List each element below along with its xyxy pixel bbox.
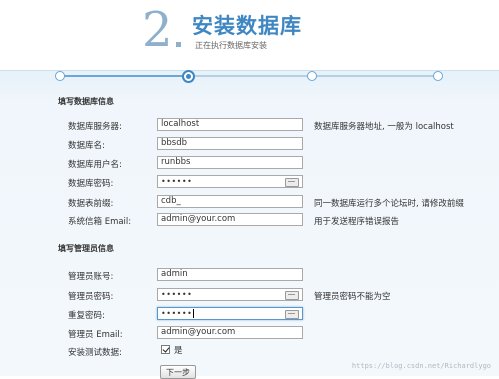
keyboard-icon[interactable] (285, 178, 299, 187)
progress-step-4 (433, 71, 443, 81)
next-step-button[interactable]: 下一步 (160, 365, 196, 379)
admin-password-hint: 管理员密码不能为空 (314, 292, 391, 302)
progress-step-1 (55, 71, 65, 81)
progress-step-2-current (182, 70, 195, 83)
db-server-hint: 数据库服务器地址, 一般为 localhost (314, 122, 454, 132)
admin-section-heading: 填写管理员信息 (58, 244, 114, 253)
admin-email-input[interactable]: admin@your.com (157, 326, 303, 339)
repeat-password-value: •••••• (161, 309, 193, 318)
db-password-input[interactable]: •••••• (157, 175, 303, 188)
admin-password-label: 管理员密码: (68, 292, 114, 302)
db-password-value: •••••• (161, 177, 193, 186)
admin-email-label: 管理员 Email: (68, 330, 123, 340)
repeat-password-input[interactable]: •••••• (157, 307, 303, 320)
test-data-label: 安装测试数据: (68, 348, 122, 358)
keyboard-icon[interactable] (285, 310, 299, 319)
table-prefix-input[interactable]: cdb_ (157, 195, 303, 208)
progress-fill (60, 75, 188, 77)
db-section-heading: 填写数据库信息 (58, 97, 114, 106)
page-title: 安装数据库 (192, 14, 302, 38)
db-name-label: 数据库名: (68, 141, 105, 151)
repeat-password-label: 重复密码: (68, 311, 105, 321)
test-data-option-label: 是 (174, 346, 183, 356)
step-number: 2 (142, 2, 173, 58)
admin-password-value: •••••• (161, 290, 193, 299)
admin-account-label: 管理员账号: (68, 272, 114, 282)
progress-step-3 (307, 71, 317, 81)
admin-account-input[interactable]: admin (157, 268, 303, 281)
test-data-checkbox[interactable] (161, 345, 170, 354)
db-server-label: 数据库服务器: (68, 122, 122, 132)
table-prefix-label: 数据表前缀: (68, 199, 114, 209)
step-number-dot (176, 42, 181, 47)
keyboard-icon[interactable] (285, 291, 299, 300)
db-username-input[interactable]: runbbs (157, 156, 303, 169)
table-prefix-hint: 同一数据库运行多个论坛时, 请修改前缀 (314, 199, 464, 209)
admin-password-input[interactable]: •••••• (157, 288, 303, 301)
text-caret (193, 309, 195, 318)
db-name-input[interactable]: bbsdb (157, 137, 303, 150)
db-server-input[interactable]: localhost (157, 118, 303, 131)
page-subtitle: 正在执行数据库安装 (195, 41, 267, 50)
system-email-input[interactable]: admin@your.com (157, 213, 303, 226)
watermark: https://blog.csdn.net/Richardlygo (351, 362, 491, 370)
db-username-label: 数据库用户名: (68, 160, 122, 170)
db-password-label: 数据库密码: (68, 179, 114, 189)
page-header: 2 安装数据库 正在执行数据库安装 (0, 0, 499, 70)
system-email-hint: 用于发送程序错误报告 (314, 217, 400, 227)
system-email-label: 系统信箱 Email: (68, 217, 132, 227)
